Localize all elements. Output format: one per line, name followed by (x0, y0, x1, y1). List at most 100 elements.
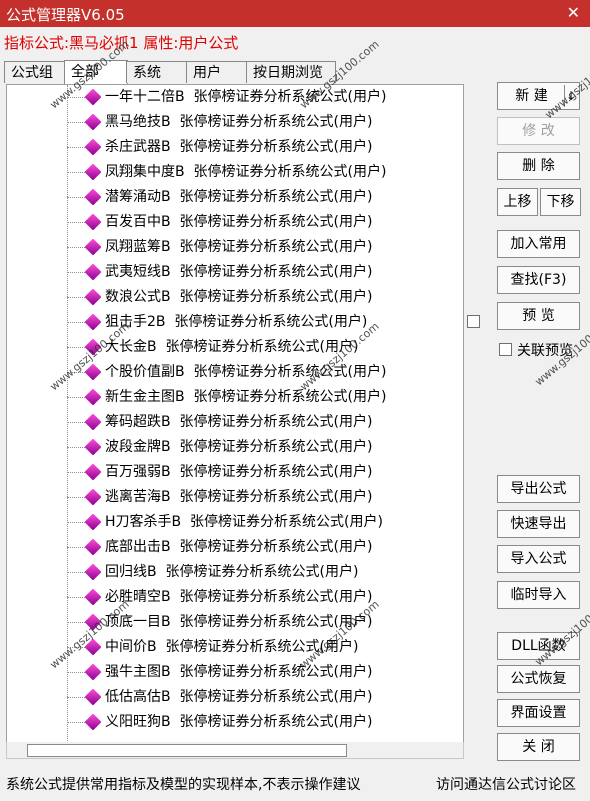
tree-connector (67, 547, 85, 548)
formula-source: 张停榜证券分析系统公式(用户) (193, 89, 387, 105)
tab-user[interactable]: 用户 (186, 61, 248, 83)
tree-item-label: 百发百中B 张停榜证券分析系统公式(用户) (105, 210, 372, 235)
formula-icon (84, 288, 102, 306)
close-icon[interactable]: ✕ (567, 3, 580, 22)
new-button-label: 新 建 (515, 88, 548, 104)
formula-name: 凤翔蓝筹B (105, 239, 171, 255)
horizontal-scrollbar[interactable] (6, 742, 464, 759)
formula-name: 新生金主图B (105, 389, 185, 405)
formula-source: 张停榜证券分析系统公式(用户) (165, 564, 359, 580)
formula-icon (84, 588, 102, 606)
tree-checkbox[interactable] (467, 315, 480, 328)
formula-source: 张停榜证券分析系统公式(用户) (179, 614, 373, 630)
delete-button[interactable]: 删 除 (497, 152, 580, 180)
formula-icon (84, 313, 102, 331)
formula-name: 凤翔集中度B (105, 164, 185, 180)
move-up-button[interactable]: 上移 (497, 188, 538, 216)
formula-icon (84, 163, 102, 181)
formula-info: 指标公式:黑马必抓1 属性:用户公式 (4, 34, 239, 52)
formula-name: 回归线B (105, 564, 157, 580)
window-title: 公式管理器V6.05 (6, 6, 125, 24)
find-button[interactable]: 查找(F3) (497, 266, 580, 294)
tree-connector (67, 122, 85, 123)
forum-link[interactable]: 访问通达信公式讨论区 (436, 774, 576, 794)
status-text: 系统公式提供常用指标及模型的实现样本,不表示操作建议 (6, 777, 361, 793)
tree-item-label: 凤翔集中度B 张停榜证券分析系统公式(用户) (105, 160, 386, 185)
ui-settings-button[interactable]: 界面设置 (497, 699, 580, 727)
formula-name: 数浪公式B (105, 289, 171, 305)
temp-import-button[interactable]: 临时导入 (497, 581, 580, 609)
tab-system[interactable]: 系统 (126, 61, 188, 83)
tree-item-label: 新生金主图B 张停榜证券分析系统公式(用户) (105, 385, 386, 410)
preview-button[interactable]: 预 览 (497, 302, 580, 330)
tree-connector (67, 722, 85, 723)
tree-connector (67, 672, 85, 673)
tab-by-date[interactable]: 按日期浏览 (246, 61, 336, 83)
tree-item-label: 潜筹涌动B 张停榜证券分析系统公式(用户) (105, 185, 372, 210)
link-preview-label: 关联预览 (517, 343, 573, 359)
tree-connector (67, 597, 85, 598)
tree-item-label: 武夷短线B 张停榜证券分析系统公式(用户) (105, 260, 372, 285)
formula-source: 张停榜证券分析系统公式(用户) (179, 289, 373, 305)
quick-export-button[interactable]: 快速导出 (497, 510, 580, 538)
tree-connector (67, 647, 85, 648)
import-button[interactable]: 导入公式 (497, 545, 580, 573)
formula-source: 张停榜证券分析系统公式(用户) (190, 514, 383, 530)
tree-item-label: 底部出击B 张停榜证券分析系统公式(用户) (105, 535, 372, 560)
formula-source: 张停榜证券分析系统公式(用户) (193, 364, 387, 380)
tree-item-label: 凤翔蓝筹B 张停榜证券分析系统公式(用户) (105, 235, 372, 260)
tree-item-label: 杀庄武器B 张停榜证券分析系统公式(用户) (105, 135, 372, 160)
tab-all[interactable]: 全部 (64, 60, 128, 85)
formula-source: 张停榜证券分析系统公式(用户) (165, 339, 359, 355)
tab-formula-group[interactable]: 公式组 (4, 61, 66, 83)
add-common-button[interactable]: 加入常用 (497, 230, 580, 258)
formula-icon (84, 713, 102, 731)
formula-source: 张停榜证券分析系统公式(用户) (179, 139, 373, 155)
tree-item-label: 中间价B 张停榜证券分析系统公式(用户) (105, 635, 358, 660)
tree-item-label: 百万强弱B 张停榜证券分析系统公式(用户) (105, 460, 372, 485)
scrollbar-thumb[interactable] (27, 744, 347, 757)
formula-icon (84, 138, 102, 156)
formula-icon (84, 563, 102, 581)
formula-name: 顶底一目B (105, 614, 171, 630)
tree-connector (67, 147, 85, 148)
formula-source: 张停榜证券分析系统公式(用户) (179, 539, 373, 555)
formula-icon (84, 88, 102, 106)
formula-name: 狙击手2B (105, 314, 166, 330)
tree-connector (67, 572, 85, 573)
title-bar: 公式管理器V6.05 ✕ (0, 0, 590, 27)
tree-item-label: 一年十二倍B 张停榜证券分析系统公式(用户) (105, 85, 386, 110)
formula-name: 低估高估B (105, 689, 171, 705)
formula-source: 张停榜证券分析系统公式(用户) (179, 439, 373, 455)
formula-name: 筹码超跌B (105, 414, 171, 430)
tree-connector (67, 222, 85, 223)
modify-button[interactable]: 修 改 (497, 117, 580, 145)
formula-icon (84, 113, 102, 131)
new-button[interactable]: 新 建 ↓ (497, 82, 580, 110)
tree-connector (67, 347, 85, 348)
tree-item-label: 黑马绝技B 张停榜证券分析系统公式(用户) (105, 110, 372, 135)
formula-icon (84, 488, 102, 506)
formula-icon (84, 363, 102, 381)
formula-name: 黑马绝技B (105, 114, 171, 130)
chevron-down-icon[interactable]: ↓ (564, 85, 577, 107)
link-preview-checkbox[interactable] (499, 343, 512, 356)
tree-item-label: 强牛主图B 张停榜证券分析系统公式(用户) (105, 660, 372, 685)
formula-source: 张停榜证券分析系统公式(用户) (179, 664, 373, 680)
close-button[interactable]: 关 闭 (497, 733, 580, 761)
tree-connector (67, 472, 85, 473)
tree-connector (67, 372, 85, 373)
tree-connector (67, 172, 85, 173)
move-down-button[interactable]: 下移 (540, 188, 581, 216)
tree-item-label: 波段金牌B 张停榜证券分析系统公式(用户) (105, 435, 372, 460)
formula-icon (84, 638, 102, 656)
tree-item-label: 逃离苦海B 张停榜证券分析系统公式(用户) (105, 485, 372, 510)
export-button[interactable]: 导出公式 (497, 475, 580, 503)
formula-name: 潜筹涌动B (105, 189, 171, 205)
formula-source: 张停榜证券分析系统公式(用户) (179, 189, 373, 205)
tree-item-label: 数浪公式B 张停榜证券分析系统公式(用户) (105, 285, 372, 310)
formula-tree[interactable]: 一年十二倍B 张停榜证券分析系统公式(用户) 黑马绝技B 张停榜证券分析系统公式(… (6, 84, 464, 744)
formula-icon (84, 263, 102, 281)
dll-button[interactable]: DLL函数 (497, 632, 580, 660)
restore-button[interactable]: 公式恢复 (497, 665, 580, 693)
